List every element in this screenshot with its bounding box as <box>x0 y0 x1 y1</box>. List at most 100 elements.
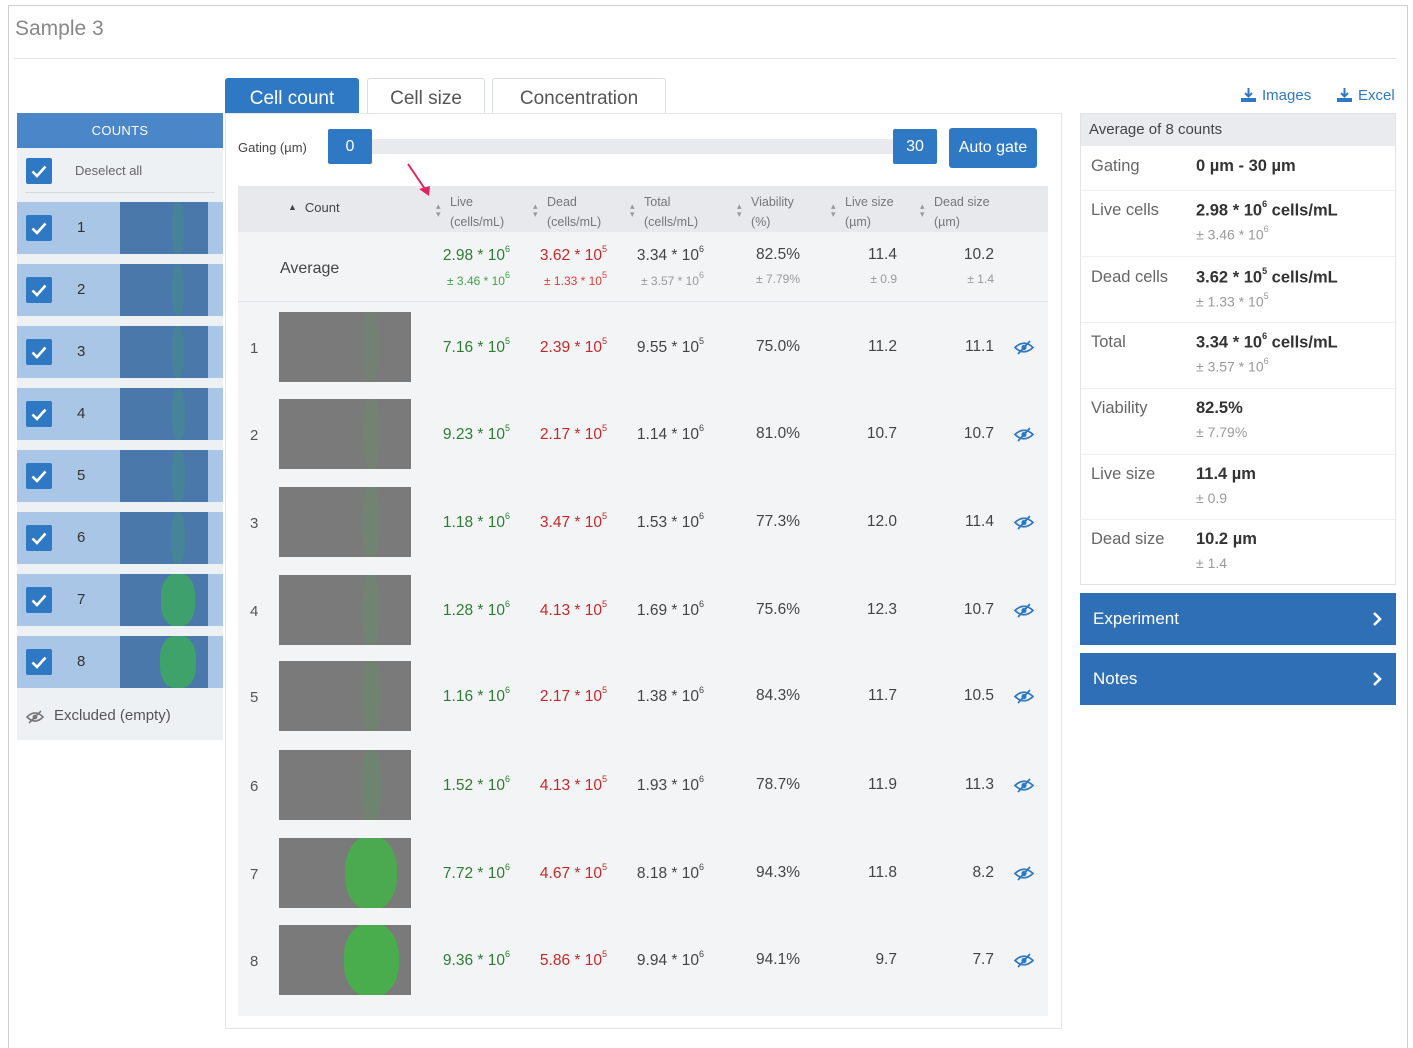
th-live-size[interactable]: ▴ ▾ Live size (µm) <box>831 192 894 232</box>
th-count-label: Count <box>304 200 340 215</box>
exclude-toggle[interactable] <box>1013 515 1035 535</box>
chevron-right-icon <box>1373 672 1382 686</box>
count-item[interactable]: 3 <box>17 326 223 378</box>
auto-gate-button[interactable]: Auto gate <box>949 128 1037 168</box>
count-item[interactable]: 2 <box>17 264 223 316</box>
count-thumbnail <box>120 450 208 502</box>
summary-viability-label: Viability <box>1091 399 1148 417</box>
counts-table: ▲ Count ▴ ▾ Live (cells/mL) ▴ ▾ Dead (cells/mL)… <box>238 186 1048 1016</box>
th-count[interactable]: ▲ Count <box>288 200 340 215</box>
exclude-toggle[interactable] <box>1013 866 1035 886</box>
count-checkbox[interactable] <box>26 401 52 427</box>
avg-dead-size-sd: ± 1.4 <box>967 272 994 286</box>
count-checkbox[interactable] <box>26 525 52 551</box>
gating-min-handle[interactable]: 0 <box>328 129 372 164</box>
count-item[interactable]: 6 <box>17 512 223 564</box>
eye-slash-icon <box>1013 427 1035 442</box>
row-dead: 5.86 * 105 <box>539 949 607 970</box>
summary-gating-row: Gating 0 µm - 30 µm <box>1081 146 1397 190</box>
row-index: 3 <box>250 515 259 532</box>
gating-max-handle[interactable]: 30 <box>893 129 937 164</box>
count-image[interactable] <box>279 487 411 557</box>
avg-viability: 82.5% <box>756 246 800 263</box>
row-total: 1.69 * 106 <box>636 599 704 620</box>
row-dead: 4.13 * 105 <box>539 774 607 795</box>
summary-live-sd: ± 3.46 * 106 <box>1196 224 1269 243</box>
row-live-size: 11.9 <box>867 776 897 793</box>
th-live-unit: (cells/mL) <box>450 215 505 229</box>
download-images-label: Images <box>1262 87 1312 104</box>
count-item[interactable]: 5 <box>17 450 223 502</box>
exclude-toggle[interactable] <box>1013 603 1035 623</box>
table-row: 2 9.23 * 105 2.17 * 105 1.14 * 106 81.0% 10.7… <box>238 391 1048 479</box>
count-image[interactable] <box>279 661 411 731</box>
count-image[interactable] <box>279 925 411 995</box>
tab-cell-size[interactable]: Cell size <box>367 78 485 114</box>
summary-panel: Average of 8 counts Gating 0 µm - 30 µm … <box>1080 113 1397 585</box>
download-excel-link[interactable]: Excel <box>1337 87 1395 104</box>
summary-live-value: 2.98 * 106 cells/mL <box>1196 199 1338 220</box>
exclude-toggle[interactable] <box>1013 689 1035 709</box>
th-total[interactable]: ▴ ▾ Total (cells/mL) <box>630 192 698 232</box>
live-cell-cluster <box>343 925 399 995</box>
notes-panel-button[interactable]: Notes <box>1080 653 1396 705</box>
row-dead-size: 10.5 <box>963 687 994 704</box>
count-item-label: 6 <box>77 529 86 546</box>
row-live-size: 9.7 <box>875 951 897 968</box>
sort-icon: ▴ ▾ <box>737 201 742 219</box>
count-checkbox[interactable] <box>26 587 52 613</box>
count-checkbox[interactable] <box>26 215 52 241</box>
th-dead-size[interactable]: ▴ ▾ Dead size (µm) <box>920 192 990 232</box>
row-live-size: 10.7 <box>866 425 897 442</box>
table-row: 1 7.16 * 105 2.39 * 105 9.55 * 105 75.0% 11.2… <box>238 304 1048 392</box>
sort-icon: ▴ ▾ <box>533 201 538 219</box>
avg-live-size-sd: ± 0.9 <box>870 272 897 286</box>
count-checkbox[interactable] <box>26 463 52 489</box>
avg-dead-size: 10.2 <box>963 246 994 263</box>
check-icon <box>31 165 47 178</box>
download-images-link[interactable]: Images <box>1241 87 1311 104</box>
check-icon <box>31 222 47 235</box>
count-image[interactable] <box>279 399 411 469</box>
gating-slider-track[interactable] <box>371 139 938 154</box>
live-cell-cluster <box>160 636 196 688</box>
count-item[interactable]: 4 <box>17 388 223 440</box>
exclude-toggle[interactable] <box>1013 778 1035 798</box>
count-item[interactable]: 8 <box>17 636 223 688</box>
row-dead-size: 11.4 <box>964 513 994 530</box>
exclude-toggle[interactable] <box>1013 953 1035 973</box>
excluded-row[interactable]: Excluded (empty) <box>17 703 223 735</box>
count-thumbnail <box>120 512 208 564</box>
summary-live-label: Live cells <box>1091 201 1159 219</box>
table-row: 3 1.18 * 106 3.47 * 105 1.53 * 106 77.3% 12.0… <box>238 479 1048 567</box>
row-dead-size: 8.2 <box>972 864 994 881</box>
exclude-toggle[interactable] <box>1013 427 1035 447</box>
count-checkbox[interactable] <box>26 277 52 303</box>
row-viability: 94.1% <box>756 951 800 968</box>
row-total: 1.93 * 106 <box>636 774 704 795</box>
count-item-label: 8 <box>77 653 86 670</box>
th-live[interactable]: ▴ ▾ Live (cells/mL) <box>436 192 505 232</box>
count-image[interactable] <box>279 312 411 382</box>
row-live: 1.18 * 106 <box>442 511 510 532</box>
summary-total-sd: ± 3.57 * 106 <box>1196 356 1269 375</box>
tab-concentration[interactable]: Concentration <box>492 78 666 114</box>
summary-dead-size-sd: ± 1.4 <box>1196 555 1228 571</box>
count-image[interactable] <box>279 838 411 908</box>
deselect-all-checkbox[interactable] <box>26 158 52 184</box>
exclude-toggle[interactable] <box>1013 340 1035 360</box>
count-image[interactable] <box>279 575 411 645</box>
count-checkbox[interactable] <box>26 649 52 675</box>
deselect-all-row[interactable]: Deselect all <box>17 149 223 191</box>
tab-cell-count[interactable]: Cell count <box>225 78 359 114</box>
th-dead[interactable]: ▴ ▾ Dead (cells/mL) <box>533 192 601 232</box>
count-image[interactable] <box>279 750 411 820</box>
count-checkbox[interactable] <box>26 339 52 365</box>
summary-dead-size-row: Dead size 10.2 µm ± 1.4 <box>1081 519 1397 585</box>
row-dead-size: 10.7 <box>963 601 994 618</box>
summary-dead-label: Dead cells <box>1091 268 1169 286</box>
count-item[interactable]: 1 <box>17 202 223 254</box>
experiment-panel-button[interactable]: Experiment <box>1080 593 1396 645</box>
count-item[interactable]: 7 <box>17 574 223 626</box>
th-viability[interactable]: ▴ ▾ Viability (%) <box>737 192 794 232</box>
